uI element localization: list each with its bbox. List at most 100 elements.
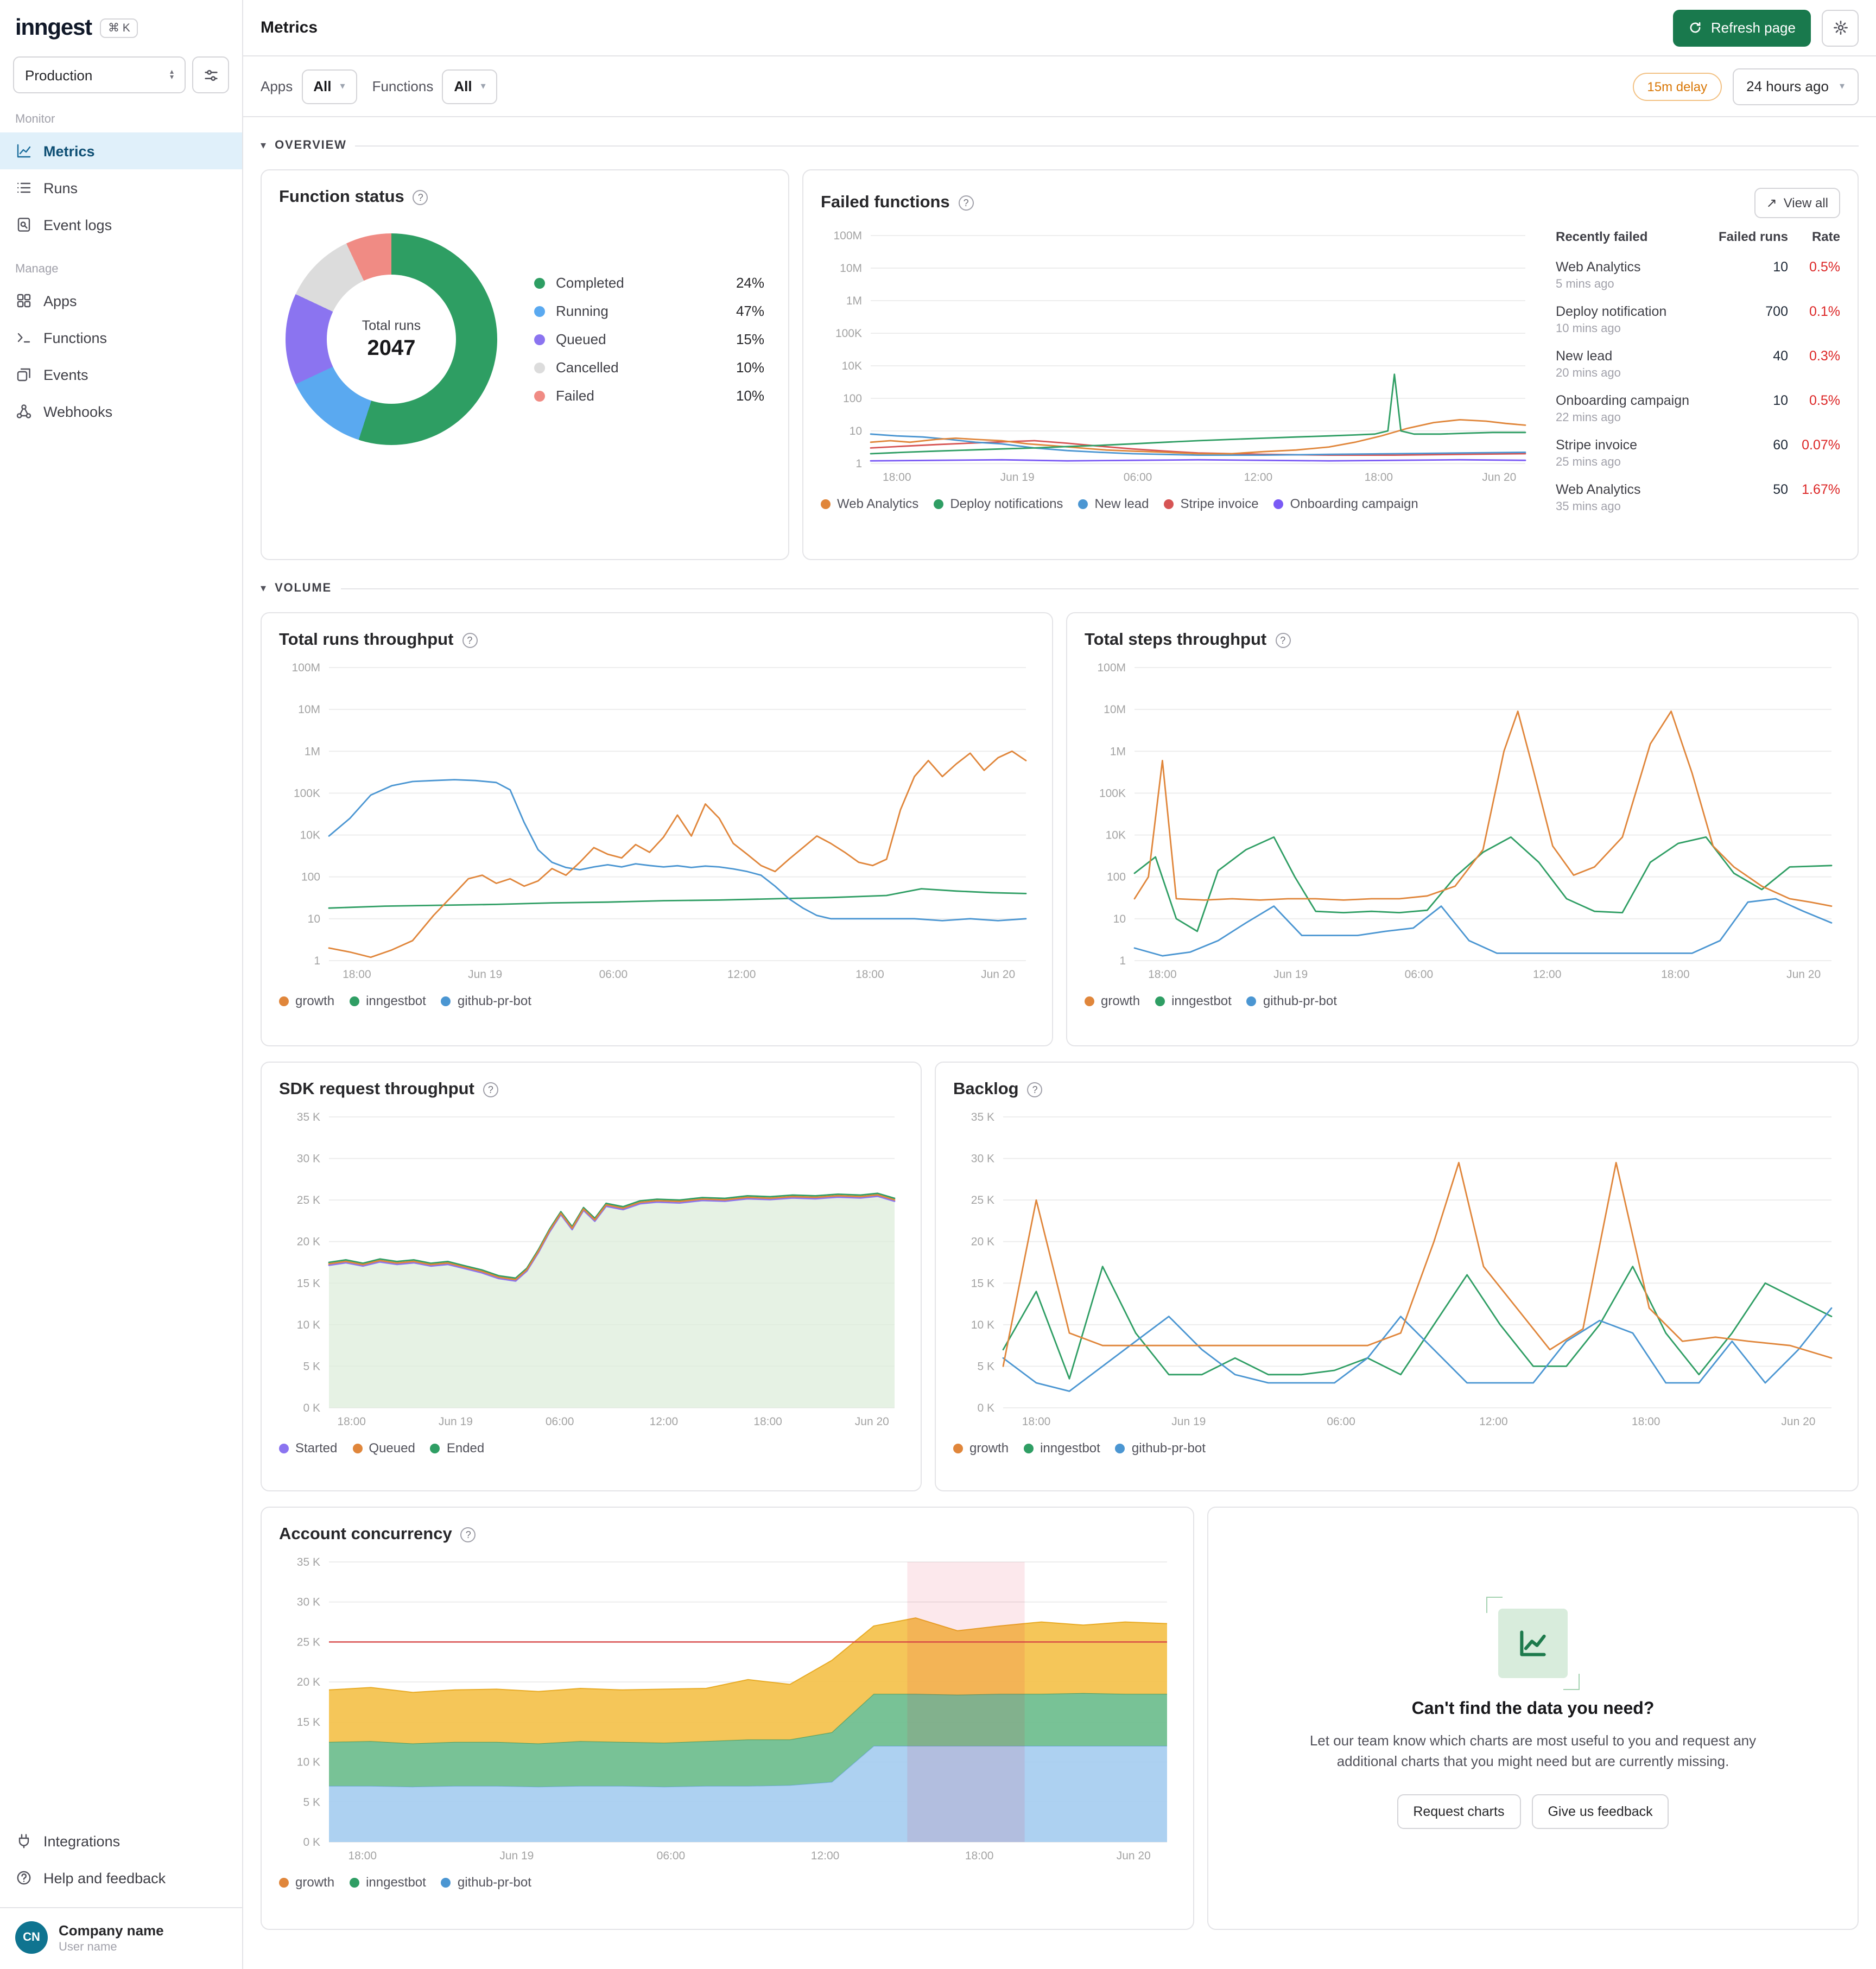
- legend-item: inngestbot: [350, 993, 426, 1008]
- command-k-shortcut[interactable]: ⌘ K: [100, 18, 138, 39]
- legend-item: inngestbot: [1155, 993, 1232, 1008]
- sidebar-item-webhooks[interactable]: Webhooks: [0, 393, 242, 430]
- time-range-dropdown[interactable]: 24 hours ago ▾: [1732, 68, 1859, 105]
- svg-text:100K: 100K: [1099, 787, 1126, 799]
- apps-filter-label: Apps: [261, 78, 293, 94]
- environment-filter-button[interactable]: [192, 56, 229, 93]
- info-icon[interactable]: ?: [958, 195, 974, 211]
- svg-text:1: 1: [855, 458, 862, 470]
- legend-item: growth: [279, 1875, 334, 1890]
- sidebar-item-integrations[interactable]: Integrations: [0, 1822, 242, 1859]
- volume-section-header[interactable]: ▾ VOLUME: [261, 575, 1859, 601]
- info-icon[interactable]: ?: [460, 1527, 476, 1542]
- legend-dot-icon: [1078, 499, 1088, 509]
- sidebar-item-help-and-feedback[interactable]: Help and feedback: [0, 1859, 242, 1896]
- svg-text:5 K: 5 K: [303, 1360, 320, 1373]
- legend-item: growth: [279, 993, 334, 1008]
- donut-legend-row: Failed 10%: [534, 388, 764, 404]
- sidebar-item-label: Apps: [43, 293, 77, 309]
- sidebar-item-events[interactable]: Events: [0, 356, 242, 393]
- sidebar-item-label: Help and feedback: [43, 1870, 166, 1886]
- legend-dot-icon: [534, 277, 545, 288]
- legend-item: Queued: [352, 1440, 415, 1456]
- sidebar-item-functions[interactable]: Functions: [0, 319, 242, 356]
- svg-text:30 K: 30 K: [971, 1153, 994, 1165]
- svg-text:12:00: 12:00: [1244, 471, 1273, 484]
- give-feedback-button[interactable]: Give us feedback: [1531, 1794, 1669, 1828]
- apps-filter-dropdown[interactable]: All ▾: [301, 69, 357, 104]
- legend-dot-icon: [441, 1877, 451, 1887]
- donut-legend-row: Running 47%: [534, 303, 764, 319]
- sidebar-item-apps[interactable]: Apps: [0, 282, 242, 319]
- user-name: User name: [59, 1940, 117, 1953]
- view-all-button[interactable]: ↗ View all: [1754, 188, 1840, 218]
- info-icon[interactable]: ?: [1275, 633, 1291, 648]
- recently-failed-row[interactable]: Web Analytics 5 mins ago 10 0.5%: [1556, 253, 1840, 297]
- sidebar-item-event-logs[interactable]: Event logs: [0, 206, 242, 243]
- info-icon[interactable]: ?: [483, 1082, 498, 1097]
- legend-item: Ended: [430, 1440, 484, 1456]
- sidebar-item-label: Runs: [43, 180, 78, 196]
- sdk-chart: 35 K 30 K 25 K 20 K 15 K 10 K 5 K 0 K 18:00 Jun 1…: [297, 1111, 896, 1428]
- account-row[interactable]: CN Company name User name: [0, 1907, 242, 1958]
- svg-text:10: 10: [1113, 913, 1126, 925]
- backlog-chart: 35 K 30 K 25 K 20 K 15 K 10 K 5 K 0 K 18:00 Jun 1…: [971, 1111, 1833, 1428]
- recently-failed-row[interactable]: New lead 20 mins ago 40 0.3%: [1556, 342, 1840, 386]
- svg-text:10 K: 10 K: [971, 1319, 994, 1331]
- svg-text:Jun 19: Jun 19: [439, 1415, 473, 1428]
- sidebar-item-runs[interactable]: Runs: [0, 169, 242, 206]
- overview-section-header[interactable]: ▾ OVERVIEW: [261, 132, 1859, 158]
- info-icon[interactable]: ?: [413, 190, 428, 205]
- recently-failed-row[interactable]: Onboarding campaign 22 mins ago 10 0.5%: [1556, 386, 1840, 431]
- sidebar-item-label: Webhooks: [43, 403, 113, 420]
- sidebar-item-metrics[interactable]: Metrics: [0, 132, 242, 169]
- apps-icon: [15, 292, 33, 309]
- concurrency-chart: 35 K 30 K 25 K 20 K 15 K 10 K 5 K 0 K 18:00 Jun 1…: [297, 1556, 1168, 1862]
- functions-filter-dropdown[interactable]: All ▾: [442, 69, 498, 104]
- svg-text:100M: 100M: [1097, 662, 1126, 674]
- legend-dot-icon: [350, 996, 360, 1006]
- svg-text:10: 10: [850, 425, 862, 437]
- svg-text:Jun 20: Jun 20: [1786, 968, 1821, 981]
- total-steps-chart: 100M 10M 1M 100K 10K 100 10 1 18:00 Jun 19 06:00 12…: [1097, 662, 1833, 981]
- svg-text:1M: 1M: [1110, 745, 1126, 758]
- svg-text:1M: 1M: [305, 745, 320, 758]
- legend-item: Stripe invoice: [1164, 496, 1259, 511]
- legend-dot-icon: [279, 1443, 289, 1453]
- svg-text:0 K: 0 K: [303, 1836, 320, 1849]
- svg-text:20 K: 20 K: [297, 1236, 320, 1248]
- svg-text:25 K: 25 K: [297, 1194, 320, 1206]
- legend-item: inngestbot: [1024, 1440, 1100, 1456]
- svg-text:100: 100: [843, 392, 862, 405]
- recently-failed-row[interactable]: Web Analytics 35 mins ago 50 1.67%: [1556, 475, 1840, 520]
- svg-text:06:00: 06:00: [1405, 968, 1434, 981]
- svg-text:18:00: 18:00: [1632, 1415, 1660, 1428]
- settings-button[interactable]: [1822, 9, 1859, 46]
- failed-functions-chart: 100M 10M 1M 100K 10K 100 10 1 18:00 Jun 19 06:00 12…: [833, 230, 1526, 484]
- svg-text:18:00: 18:00: [855, 968, 884, 981]
- svg-text:20 K: 20 K: [971, 1236, 994, 1248]
- total-runs-throughput-card: Total runs throughput ? 100M 10M 1M 100K 10K…: [261, 612, 1053, 1046]
- recently-failed-row[interactable]: Deploy notification 10 mins ago 700 0.1%: [1556, 297, 1840, 342]
- environment-selector[interactable]: Production ▴ ▾: [13, 56, 186, 93]
- request-charts-button[interactable]: Request charts: [1397, 1794, 1521, 1828]
- svg-text:18:00: 18:00: [337, 1415, 366, 1428]
- svg-text:Jun 20: Jun 20: [1781, 1415, 1815, 1428]
- legend-dot-icon: [1155, 996, 1165, 1006]
- recently-failed-row[interactable]: Stripe invoice 25 mins ago 60 0.07%: [1556, 431, 1840, 475]
- svg-text:20 K: 20 K: [297, 1676, 320, 1688]
- legend-dot-icon: [279, 996, 289, 1006]
- runs-icon: [15, 179, 33, 196]
- svg-text:18:00: 18:00: [883, 471, 911, 484]
- feedback-card: Can't find the data you need? Let our te…: [1207, 1507, 1859, 1930]
- donut-center-value: 2047: [367, 336, 416, 360]
- refresh-page-button[interactable]: Refresh page: [1672, 9, 1811, 46]
- legend-dot-icon: [953, 1443, 963, 1453]
- info-icon[interactable]: ?: [462, 633, 478, 648]
- col-failed-runs: Failed runs: [1718, 229, 1788, 244]
- svg-text:Jun 20: Jun 20: [855, 1415, 889, 1428]
- info-icon[interactable]: ?: [1027, 1082, 1043, 1097]
- svg-text:10 K: 10 K: [297, 1319, 320, 1331]
- svg-text:5 K: 5 K: [977, 1360, 994, 1373]
- legend-dot-icon: [1246, 996, 1257, 1006]
